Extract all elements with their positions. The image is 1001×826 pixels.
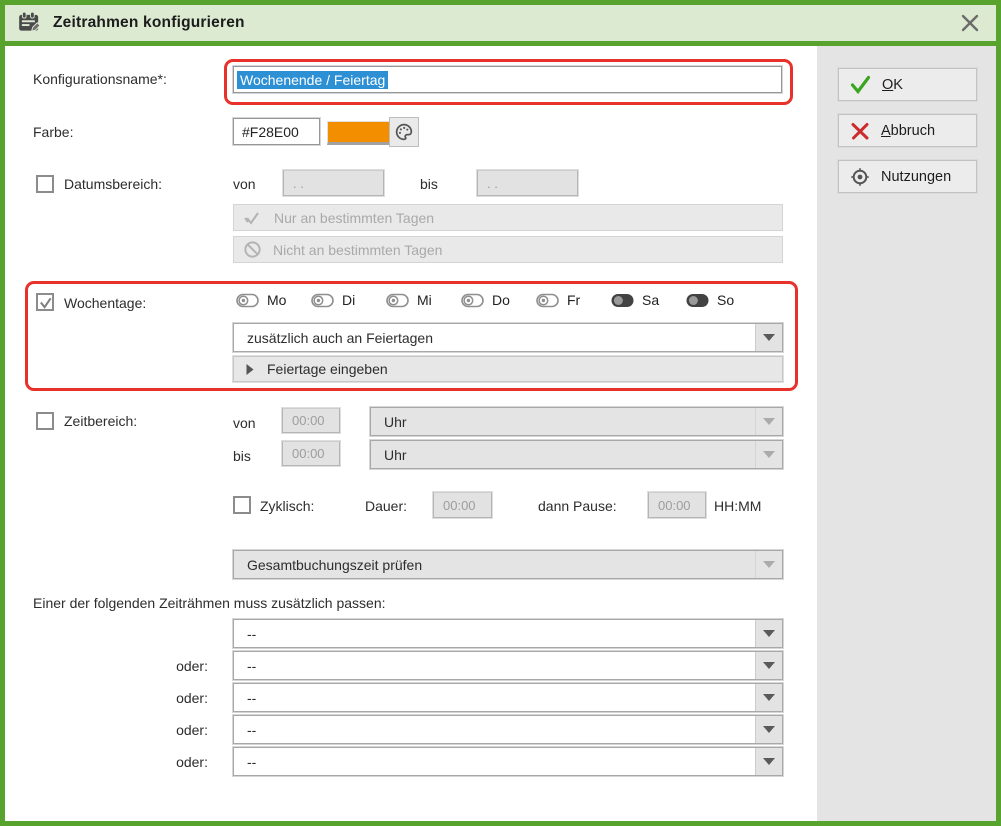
toggle-sa[interactable]: Sa [611, 292, 686, 308]
toggle-off-icon [236, 293, 259, 308]
titlebar: Zeitrahmen konfigurieren [5, 5, 996, 46]
toggle-on-icon [611, 293, 634, 308]
toggle-mo[interactable]: Mo [236, 292, 311, 308]
duration-field: 00:00 [433, 492, 492, 518]
dropdown-arrow-icon [755, 748, 782, 775]
toggle-do[interactable]: Do [461, 292, 536, 308]
cancel-button[interactable]: Abbruch [838, 114, 977, 147]
close-button[interactable] [956, 9, 984, 37]
time-to-label: bis [233, 448, 251, 464]
config-name-label: Konfigurationsname*: [33, 71, 167, 87]
color-label: Farbe: [33, 124, 73, 140]
color-hex-input[interactable]: #F28E00 [233, 118, 320, 145]
only-on-days-button: Nur an bestimmten Tagen [233, 204, 783, 231]
time-from-unit-dropdown: Uhr [370, 407, 783, 436]
booking-check-dropdown: Gesamtbuchungszeit prüfen [233, 550, 783, 579]
form-area: Konfigurationsname*: Wochenende / Feiert… [5, 46, 817, 821]
dropdown-arrow-icon [755, 684, 782, 711]
toggle-off-icon [386, 293, 409, 308]
prohibition-icon [243, 240, 262, 259]
date-from-label: von [233, 176, 256, 192]
weekday-toggles: Mo Di Mi Do [236, 292, 761, 308]
date-to-label: bis [420, 176, 438, 192]
duration-label: Dauer: [365, 498, 407, 514]
selected-text: Wochenende / Feiertag [237, 71, 388, 89]
time-to-field: 00:00 [282, 441, 340, 466]
enter-holidays-button[interactable]: Feiertage eingeben [233, 356, 783, 382]
weekdays-checkbox[interactable] [36, 293, 54, 311]
toggle-off-icon [536, 293, 559, 308]
or-label: oder: [148, 658, 208, 674]
time-range-checkbox[interactable] [36, 412, 54, 430]
dropdown-arrow-icon [755, 620, 782, 647]
color-picker-button[interactable] [389, 117, 419, 147]
weekdays-label: Wochentage: [64, 295, 146, 311]
double-check-icon [243, 209, 263, 227]
dialog-title: Zeitrahmen konfigurieren [53, 14, 245, 32]
color-swatch[interactable] [327, 121, 391, 145]
button-sidebar: OK Abbruch Nutzungen [817, 46, 996, 821]
or-label: oder: [148, 754, 208, 770]
toggle-so[interactable]: So [686, 292, 761, 308]
dialog-zeitrahmen: Zeitrahmen konfigurieren Konfigurationsn… [0, 0, 1001, 826]
close-icon [959, 12, 981, 34]
or-label: oder: [148, 690, 208, 706]
time-range-label: Zeitbereich: [64, 413, 137, 429]
toggle-mi[interactable]: Mi [386, 292, 461, 308]
usages-button[interactable]: Nutzungen [838, 160, 977, 193]
dropdown-arrow-icon [755, 652, 782, 679]
toggle-di[interactable]: Di [311, 292, 386, 308]
toggle-off-icon [461, 293, 484, 308]
cyclic-checkbox[interactable] [233, 496, 251, 514]
dropdown-arrow-icon [755, 551, 782, 578]
cross-icon [850, 121, 870, 141]
additional-timeframe-dropdown-2[interactable]: -- [233, 651, 783, 680]
toggle-on-icon [686, 293, 709, 308]
holiday-mode-dropdown[interactable]: zusätzlich auch an Feiertagen [233, 323, 783, 352]
additional-timeframe-dropdown-3[interactable]: -- [233, 683, 783, 712]
pause-field: 00:00 [648, 492, 706, 518]
dropdown-arrow-icon [755, 408, 782, 435]
toggle-fr[interactable]: Fr [536, 292, 611, 308]
check-icon [850, 75, 871, 94]
dropdown-arrow-icon [755, 716, 782, 743]
palette-icon [393, 121, 415, 143]
date-range-checkbox[interactable] [36, 175, 54, 193]
checkmark-icon [39, 296, 52, 309]
format-hint-label: HH:MM [714, 498, 761, 514]
pause-label: dann Pause: [538, 498, 617, 514]
time-from-label: von [233, 415, 256, 431]
not-on-days-button: Nicht an bestimmten Tagen [233, 236, 783, 263]
additional-timeframes-label: Einer der folgenden Zeiträhmen muss zusä… [33, 595, 386, 611]
toggle-off-icon [311, 293, 334, 308]
time-from-field: 00:00 [282, 408, 340, 433]
target-icon [850, 167, 870, 187]
dropdown-arrow-icon [755, 324, 782, 351]
cyclic-label: Zyklisch: [260, 498, 314, 514]
expand-right-icon [245, 363, 255, 376]
time-to-unit-dropdown: Uhr [370, 440, 783, 469]
date-from-field: . . [283, 170, 384, 196]
edit-schedule-icon [17, 10, 43, 36]
additional-timeframe-dropdown-5[interactable]: -- [233, 747, 783, 776]
or-label: oder: [148, 722, 208, 738]
additional-timeframe-dropdown-4[interactable]: -- [233, 715, 783, 744]
dropdown-arrow-icon [755, 441, 782, 468]
date-to-field: . . [477, 170, 578, 196]
date-range-label: Datumsbereich: [64, 176, 162, 192]
config-name-input[interactable]: Wochenende / Feiertag [233, 66, 782, 93]
ok-button[interactable]: OK [838, 68, 977, 101]
additional-timeframe-dropdown-1[interactable]: -- [233, 619, 783, 648]
